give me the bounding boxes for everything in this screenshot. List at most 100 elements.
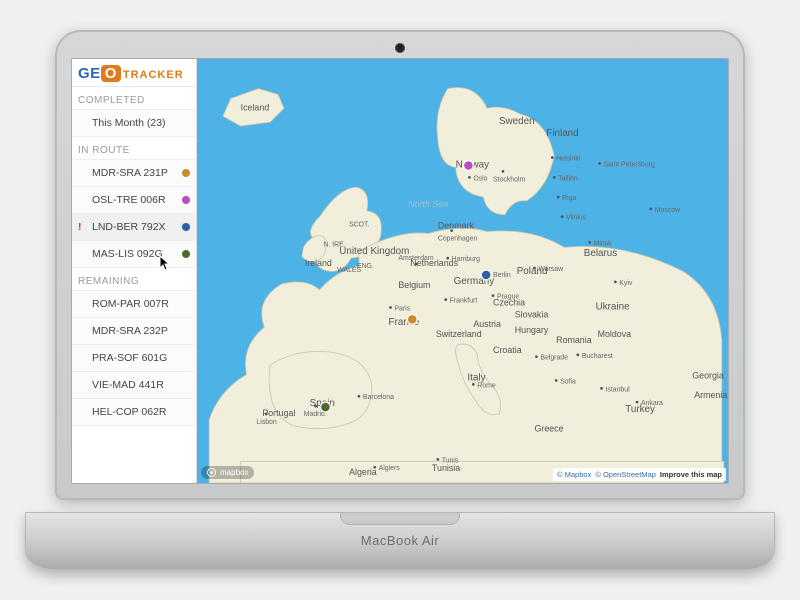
remaining-item[interactable]: VIE-MAD 441R — [72, 371, 196, 399]
map-route-marker[interactable] — [407, 314, 417, 324]
mapbox-logo-icon — [207, 468, 216, 477]
screen: GEOTRACKER COMPLETED This Month (23) IN … — [71, 58, 729, 484]
svg-text:Tunisia: Tunisia — [432, 463, 460, 473]
svg-text:Finland: Finland — [546, 128, 578, 139]
remaining-item[interactable]: MDR-SRA 232P — [72, 317, 196, 345]
route-color-dot — [182, 250, 190, 258]
camera-dot — [395, 43, 405, 53]
svg-text:Vilnius: Vilnius — [566, 215, 587, 222]
svg-text:Lisbon: Lisbon — [256, 419, 276, 426]
route-code: MAS-LIS 092G — [92, 248, 163, 260]
route-color-dot — [182, 223, 190, 231]
mapbox-badge: mapbox — [201, 466, 254, 479]
in-route-item[interactable]: MDR-SRA 231P — [72, 159, 196, 187]
svg-text:Frankfurt: Frankfurt — [450, 298, 478, 305]
svg-text:Switzerland: Switzerland — [436, 329, 482, 339]
svg-text:Romania: Romania — [556, 335, 592, 345]
attribution-mapbox-link[interactable]: © Mapbox — [557, 470, 591, 479]
laptop-notch — [340, 513, 460, 525]
svg-text:Stockholm: Stockholm — [493, 176, 525, 183]
sidebar: GEOTRACKER COMPLETED This Month (23) IN … — [72, 59, 197, 483]
svg-text:Algeria: Algeria — [349, 467, 377, 477]
svg-text:Paris: Paris — [394, 305, 410, 312]
logo-letter-g: G — [78, 65, 90, 82]
svg-text:Sweden: Sweden — [499, 116, 535, 127]
remaining-item[interactable]: HEL-COP 062R — [72, 398, 196, 426]
svg-text:Ukraine: Ukraine — [596, 301, 630, 312]
route-code: ROM-PAR 007R — [92, 298, 169, 310]
route-code: MDR-SRA 232P — [92, 325, 168, 337]
alert-icon: ! — [78, 221, 86, 233]
svg-text:Hungary: Hungary — [515, 325, 549, 335]
svg-text:Greece: Greece — [534, 424, 563, 434]
laptop-base: MacBook Air — [25, 512, 775, 570]
svg-text:Minsk: Minsk — [594, 240, 613, 247]
logo-letter-o: O — [101, 65, 121, 82]
svg-text:Sofia: Sofia — [560, 378, 576, 385]
section-completed-label: COMPLETED — [72, 87, 196, 110]
remaining-item[interactable]: PRA-SOF 601G — [72, 344, 196, 372]
route-code: MDR-SRA 231P — [92, 167, 168, 179]
route-code: VIE-MAD 441R — [92, 379, 164, 391]
map-route-marker[interactable] — [481, 270, 491, 280]
svg-text:Belgrade: Belgrade — [540, 355, 568, 362]
svg-text:Bucharest: Bucharest — [582, 353, 613, 360]
svg-text:SCOT.: SCOT. — [349, 222, 369, 229]
svg-text:Moscow: Moscow — [655, 207, 680, 214]
svg-text:Saint Petersburg: Saint Petersburg — [604, 161, 655, 168]
svg-text:Copenhagen: Copenhagen — [438, 235, 478, 242]
logo-word-tracker: TRACKER — [123, 69, 184, 81]
svg-text:Helsinki: Helsinki — [556, 156, 581, 163]
svg-text:Moldova: Moldova — [598, 329, 632, 339]
attribution-osm-link[interactable]: © OpenStreetMap — [595, 470, 656, 479]
in-route-item[interactable]: MAS-LIS 092G — [72, 240, 196, 268]
svg-text:Kyiv: Kyiv — [619, 280, 633, 287]
svg-text:Georgia: Georgia — [692, 370, 724, 380]
remaining-item[interactable]: ROM-PAR 007R — [72, 290, 196, 318]
svg-text:Ankara: Ankara — [641, 400, 663, 407]
svg-text:Croatia: Croatia — [493, 345, 522, 355]
route-color-dot — [182, 196, 190, 204]
land-scandinavia — [437, 87, 554, 214]
map-svg: North Sea Iceland Norway Sweden Finland … — [197, 59, 728, 483]
svg-text:Barcelona: Barcelona — [363, 394, 394, 401]
completed-summary-item[interactable]: This Month (23) — [72, 109, 196, 137]
svg-text:Tallinn: Tallinn — [558, 175, 578, 182]
geotracker-app: GEOTRACKER COMPLETED This Month (23) IN … — [72, 59, 728, 483]
in-route-item[interactable]: ! LND-BER 792X — [72, 213, 196, 241]
mapbox-badge-text: mapbox — [220, 468, 248, 477]
laptop-model-label: MacBook Air — [361, 533, 439, 548]
svg-text:Warsaw: Warsaw — [538, 266, 563, 273]
svg-text:Amsterdam: Amsterdam — [398, 255, 433, 262]
svg-text:Oslo: Oslo — [473, 175, 487, 182]
svg-text:Belarus: Belarus — [584, 248, 617, 259]
map-attribution: © Mapbox © OpenStreetMap Improve this ma… — [553, 468, 726, 481]
attribution-improve-link[interactable]: Improve this map — [660, 470, 722, 479]
svg-text:Belgium: Belgium — [398, 280, 430, 290]
svg-text:Madrid: Madrid — [304, 411, 325, 418]
logo-letter-e: E — [90, 65, 101, 82]
app-logo: GEOTRACKER — [72, 59, 196, 87]
route-code: LND-BER 792X — [92, 221, 166, 233]
completed-summary-text: This Month (23) — [92, 117, 166, 129]
map-viewport[interactable]: North Sea Iceland Norway Sweden Finland … — [197, 59, 728, 483]
svg-text:Rome: Rome — [477, 382, 496, 389]
route-code: HEL-COP 062R — [92, 406, 167, 418]
screen-bezel: GEOTRACKER COMPLETED This Month (23) IN … — [55, 30, 745, 500]
svg-text:Riga: Riga — [562, 195, 576, 202]
section-remaining-label: REMAINING — [72, 268, 196, 291]
svg-text:Prague: Prague — [497, 294, 519, 301]
in-route-item[interactable]: OSL-TRE 006R — [72, 186, 196, 214]
svg-text:Hamburg: Hamburg — [452, 256, 481, 263]
map-route-marker[interactable] — [321, 402, 331, 412]
svg-text:Ireland: Ireland — [305, 258, 332, 268]
svg-text:Iceland: Iceland — [241, 102, 270, 112]
svg-text:Algiers: Algiers — [379, 465, 401, 472]
svg-text:Istanbul: Istanbul — [605, 386, 630, 393]
map-route-marker[interactable] — [463, 161, 473, 171]
svg-text:Tunis: Tunis — [442, 457, 459, 464]
svg-text:Austria: Austria — [473, 319, 501, 329]
svg-text:Armenia: Armenia — [694, 390, 727, 400]
svg-text:Berlin: Berlin — [493, 272, 511, 279]
svg-text:Portugal: Portugal — [262, 408, 295, 418]
